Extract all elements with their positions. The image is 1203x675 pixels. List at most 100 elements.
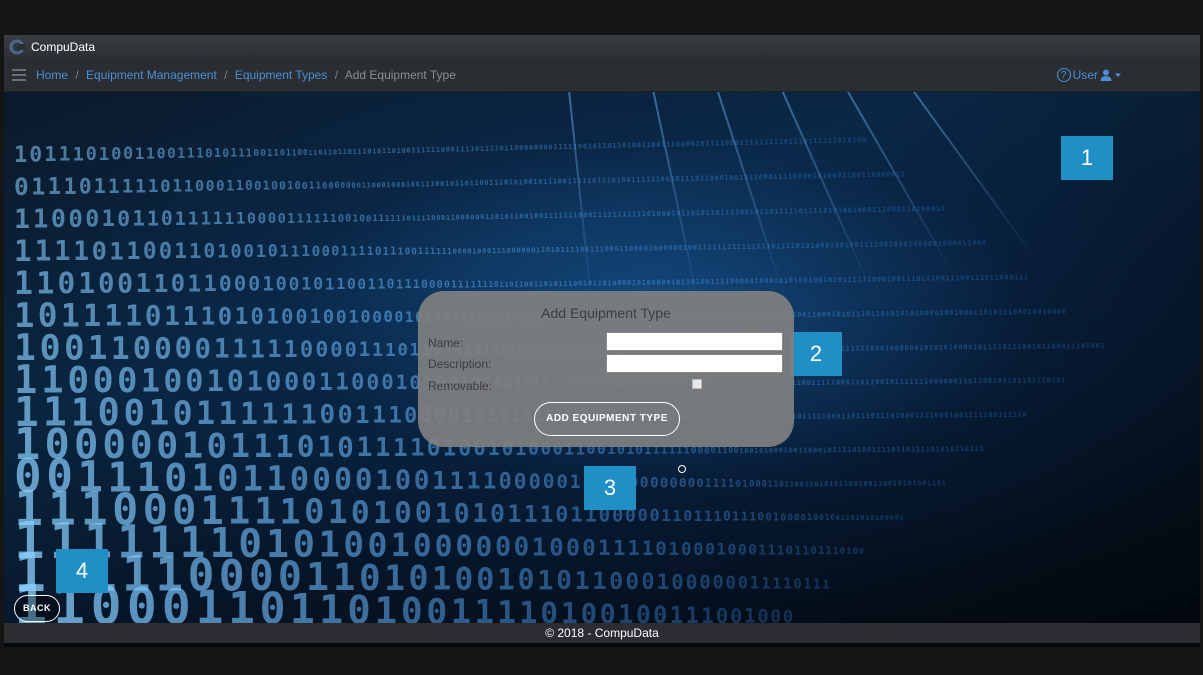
binary-digit: 1 — [1008, 411, 1012, 419]
binary-digit: 0 — [748, 543, 756, 559]
binary-digit: 0 — [271, 178, 278, 192]
hamburger-menu-icon[interactable] — [12, 66, 26, 84]
binary-digit: 0 — [243, 242, 254, 262]
binary-digit: 1 — [847, 172, 851, 180]
binary-digit: 1 — [846, 546, 852, 557]
binary-digit: 1 — [857, 276, 861, 284]
binary-digit: 1 — [921, 275, 925, 283]
binary-digit: 0 — [534, 144, 538, 152]
binary-digit: 1 — [823, 446, 827, 454]
binary-digit: 1 — [108, 175, 120, 198]
binary-digit: 1 — [885, 310, 889, 318]
binary-digit: 1 — [305, 211, 312, 225]
binary-digit: 1 — [632, 279, 636, 287]
binary-digit: 0 — [544, 143, 548, 151]
binary-digit: 1 — [839, 480, 843, 488]
binary-digit: 1 — [390, 246, 396, 258]
binary-digit: 0 — [583, 143, 587, 151]
binary-digit: 0 — [617, 279, 621, 287]
binary-digit: 1 — [754, 447, 758, 455]
binary-digit: 1 — [217, 241, 228, 263]
binary-digit: 1 — [750, 574, 760, 593]
binary-digit: 1 — [720, 477, 726, 490]
binary-digit: 1 — [314, 211, 321, 225]
binary-digit: 0 — [357, 181, 361, 190]
binary-digit: 1 — [203, 271, 216, 297]
binary-digit: 1 — [749, 510, 756, 524]
binary-digit: 0 — [92, 236, 107, 266]
binary-digit: 0 — [346, 181, 351, 190]
binary-digit: 0 — [330, 337, 342, 361]
binary-digit: 1 — [301, 243, 310, 260]
binary-digit: 1 — [911, 446, 915, 454]
binary-digit: 1 — [325, 274, 335, 293]
add-equipment-type-button[interactable]: ADD EQUIPMENT TYPE — [534, 402, 680, 436]
binary-digit: 1 — [752, 243, 756, 251]
binary-digit: 1 — [583, 280, 587, 288]
binary-digit: 0 — [394, 496, 412, 530]
binary-digit: 1 — [540, 502, 553, 528]
binary-digit: 1 — [196, 147, 204, 162]
breadcrumb-equipment-management[interactable]: Equipment Management — [86, 68, 217, 82]
binary-digit: 0 — [580, 246, 584, 254]
binary-digit: 1 — [887, 275, 891, 283]
binary-digit: 0 — [612, 176, 616, 184]
breadcrumb-home[interactable]: Home — [36, 68, 68, 82]
breadcrumb-equipment-types[interactable]: Equipment Types — [235, 68, 328, 82]
binary-digit: 1 — [774, 208, 778, 216]
binary-digit: 1 — [915, 412, 919, 420]
binary-digit: 0 — [728, 446, 733, 455]
binary-digit: 1 — [146, 145, 155, 163]
binary-digit: 0 — [666, 175, 670, 183]
binary-digit: 0 — [622, 279, 626, 287]
binary-digit: 1 — [14, 204, 30, 235]
binary-digit: 1 — [826, 546, 832, 557]
binary-digit: 0 — [917, 480, 921, 488]
binary-digit: 1 — [672, 507, 681, 525]
binary-digit: 0 — [670, 476, 678, 491]
binary-digit: 1 — [563, 280, 567, 288]
binary-digit: 1 — [499, 179, 503, 187]
binary-digit: 0 — [578, 280, 582, 288]
binary-digit: 0 — [950, 445, 954, 453]
binary-digit: 1 — [761, 574, 771, 593]
binary-digit: 1 — [784, 277, 788, 285]
binary-digit: 0 — [333, 148, 337, 156]
binary-digit: 0 — [700, 140, 704, 148]
binary-digit: 1 — [774, 277, 778, 285]
binary-digit: 0 — [890, 412, 894, 420]
binary-digit: 0 — [993, 411, 997, 419]
binary-digit: 1 — [822, 413, 826, 421]
binary-digit: 1 — [214, 146, 221, 160]
binary-digit: 0 — [347, 275, 356, 293]
binary-digit: 0 — [268, 211, 277, 227]
binary-digit: 1 — [876, 412, 880, 420]
binary-digit: 0 — [885, 514, 889, 522]
binary-digit: 0 — [944, 411, 948, 419]
binary-digit: 0 — [612, 279, 616, 287]
binary-digit: 1 — [568, 280, 572, 288]
user-menu[interactable]: ? User — [1056, 59, 1122, 91]
binary-digit: 1 — [764, 447, 768, 455]
binary-digit: 0 — [539, 144, 543, 152]
binary-digit: 0 — [764, 173, 768, 181]
description-field[interactable] — [606, 354, 783, 373]
binary-digit: 0 — [663, 244, 667, 252]
back-button[interactable]: BACK — [14, 595, 60, 622]
binary-digit: 0 — [622, 142, 626, 150]
binary-digit: 0 — [540, 596, 558, 623]
removable-checkbox[interactable] — [692, 379, 702, 389]
binary-digit: 0 — [836, 513, 840, 522]
binary-digit: 1 — [416, 146, 420, 154]
name-field[interactable] — [606, 332, 783, 351]
binary-digit: 1 — [759, 208, 763, 216]
binary-digit: 1 — [870, 378, 874, 386]
binary-digit: 0 — [838, 137, 842, 145]
binary-digit: 0 — [876, 171, 880, 179]
binary-digit: 0 — [673, 244, 677, 252]
question-circle-icon[interactable]: ? — [1056, 68, 1071, 82]
binary-digit: 0 — [521, 247, 525, 255]
binary-digit: 0 — [944, 344, 948, 352]
binary-digit: 1 — [784, 208, 788, 216]
binary-digit: 0 — [759, 447, 763, 455]
